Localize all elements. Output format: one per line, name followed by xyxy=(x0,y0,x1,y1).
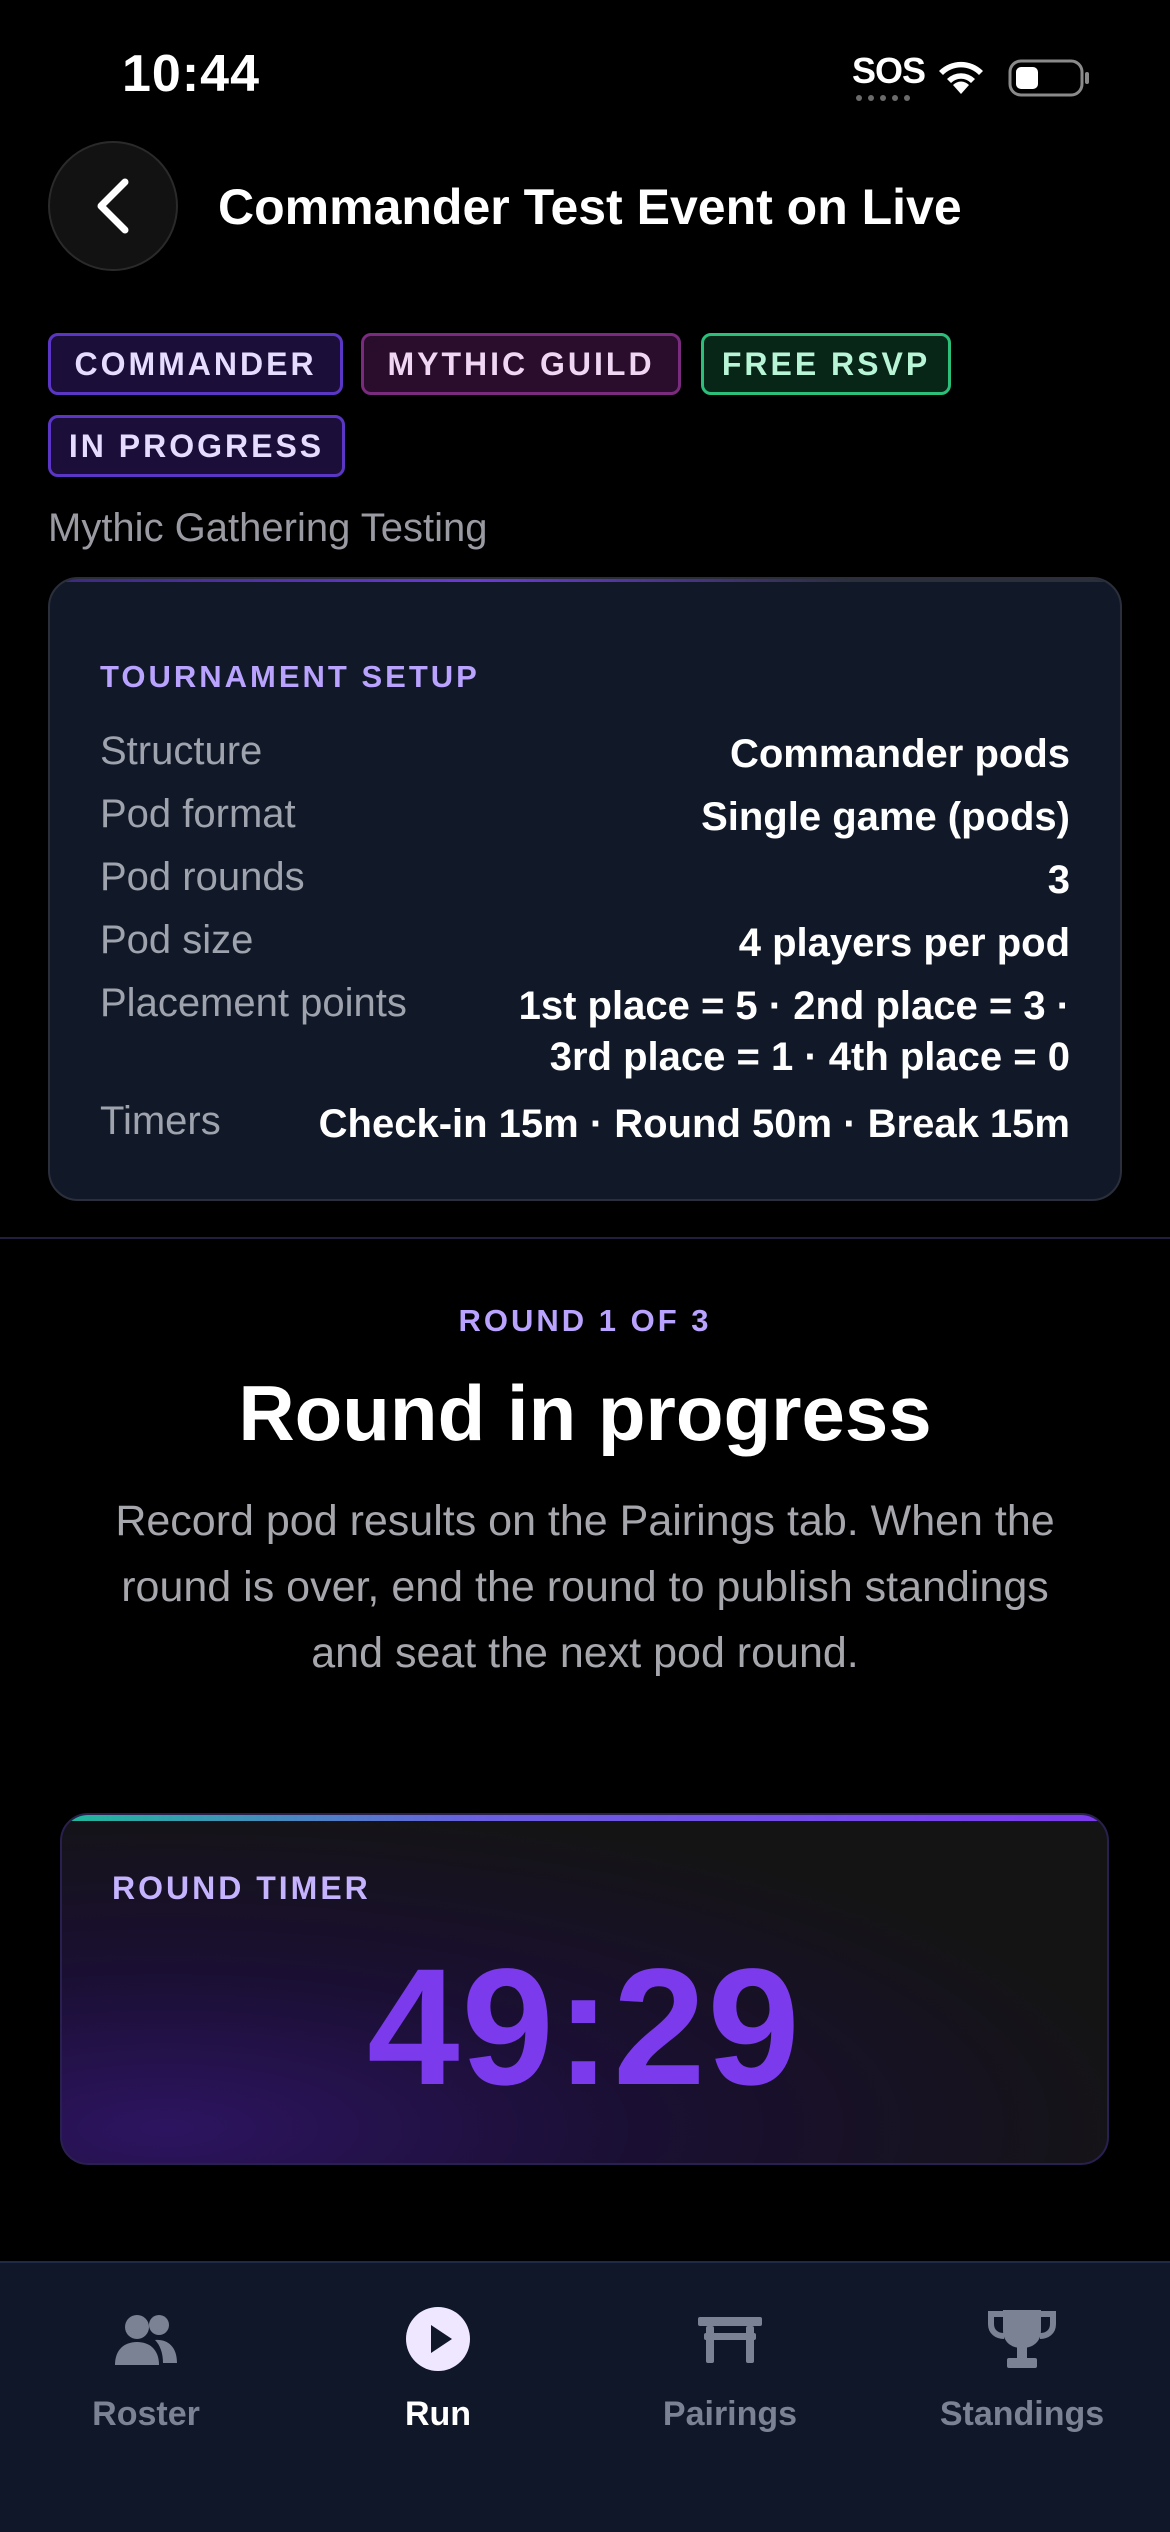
play-icon xyxy=(398,2303,478,2375)
round-heading: Round in progress xyxy=(238,1369,932,1457)
tab-label: Pairings xyxy=(662,2395,798,2433)
tab-pairings[interactable]: Pairings xyxy=(584,2303,876,2443)
tab-run[interactable]: Run xyxy=(292,2303,584,2443)
tab-roster[interactable]: Roster xyxy=(0,2303,292,2443)
setup-value: Commander pods xyxy=(729,732,1070,776)
chevron-left-icon xyxy=(97,178,129,234)
setup-value: 3 xyxy=(1047,858,1070,902)
timer-label: ROUND TIMER xyxy=(112,1870,371,1906)
signal-dots-icon xyxy=(856,95,910,101)
tournament-setup-card: TOURNAMENT SETUP Structure Commander pod… xyxy=(48,577,1122,1201)
status-bar: 10:44 SOS xyxy=(0,0,1170,150)
tab-label: Run xyxy=(404,2395,472,2433)
setup-value: Check-in 15m · Round 50m · Break 15m xyxy=(318,1102,1070,1146)
setup-value: Single game (pods) xyxy=(701,795,1070,839)
back-button[interactable] xyxy=(48,141,178,271)
tag-mythic-guild: MYTHIC GUILD xyxy=(361,333,681,395)
round-description: Record pod results on the Pairings tab. … xyxy=(115,1497,1055,1677)
setup-key: Timers xyxy=(100,1099,221,1143)
timer-value: 49:29 xyxy=(367,1935,802,2120)
people-icon xyxy=(106,2303,186,2375)
section-divider xyxy=(0,1237,1170,1239)
event-subtitle: Mythic Gathering Testing xyxy=(48,506,488,550)
trophy-icon xyxy=(982,2303,1062,2375)
table-icon xyxy=(690,2303,770,2375)
setup-value: 4 players per pod xyxy=(738,921,1070,965)
tag-free-rsvp: FREE RSVP xyxy=(701,333,951,395)
tab-label: Roster xyxy=(92,2395,200,2433)
round-timer-card: ROUND TIMER 49:29 xyxy=(60,1813,1109,2165)
page-title: Commander Test Event on Live xyxy=(218,179,962,235)
tag-in-progress: IN PROGRESS xyxy=(48,415,345,477)
battery-icon xyxy=(1008,59,1089,97)
setup-heading: TOURNAMENT SETUP xyxy=(100,659,480,694)
status-time: 10:44 xyxy=(122,45,260,103)
setup-key: Placement points xyxy=(100,981,407,1025)
round-label: ROUND 1 OF 3 xyxy=(458,1303,712,1338)
tab-bar: Roster Run Pairings Standings xyxy=(0,2261,1170,2532)
tab-label: Standings xyxy=(939,2395,1105,2433)
setup-key: Pod rounds xyxy=(100,855,305,899)
setup-value: 1st place = 5 · 2nd place = 3 · 3rd plac… xyxy=(519,981,1070,1083)
tag-commander: COMMANDER xyxy=(48,333,343,395)
setup-key: Pod format xyxy=(100,792,296,836)
setup-key: Pod size xyxy=(100,918,254,962)
setup-key: Structure xyxy=(100,729,263,773)
tab-standings[interactable]: Standings xyxy=(876,2303,1168,2443)
sos-indicator: SOS xyxy=(852,50,926,91)
setup-value-line: 3rd place = 1 · 4th place = 0 xyxy=(549,1035,1070,1079)
setup-value-line: 1st place = 5 · 2nd place = 3 · xyxy=(518,984,1070,1028)
wifi-icon xyxy=(939,61,983,94)
